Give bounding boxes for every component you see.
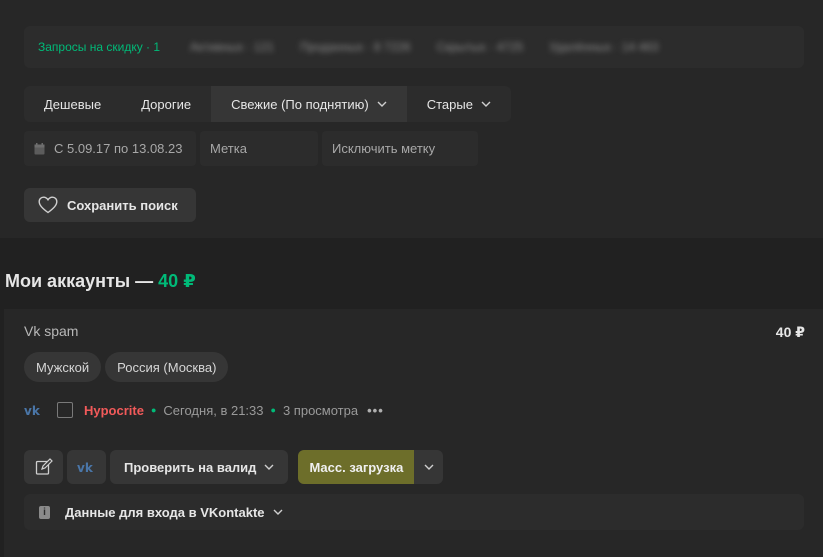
vk-open-button[interactable]: vk [67, 450, 106, 484]
login-data-toggle[interactable]: i Данные для входа в VKontakte [24, 494, 804, 530]
stats-bar: Запросы на скидку · 1 Активных · 121 Про… [24, 26, 804, 68]
views-count: 3 просмотра [282, 402, 359, 418]
date-range-field[interactable]: С 5.09.17 по 13.08.23 [24, 131, 196, 166]
more-options-icon[interactable]: ••• [367, 403, 384, 418]
sort-tabs: Дешевые Дорогие Свежие (По поднятию) Ста… [24, 86, 511, 122]
chevron-down-icon [424, 464, 434, 470]
mass-upload-button[interactable]: Масс. загрузка [298, 450, 415, 484]
tag-field[interactable]: Метка [200, 131, 318, 166]
sort-tab-expensive-label: Дорогие [141, 96, 192, 112]
chevron-down-icon [264, 464, 274, 470]
discount-requests-link[interactable]: Запросы на скидку · 1 [38, 40, 160, 54]
exclude-tag-placeholder: Исключить метку [332, 141, 436, 156]
stat-hidden[interactable]: Скрытых · 4725 [437, 40, 524, 54]
heart-icon [38, 196, 58, 214]
sort-tab-cheap-label: Дешевые [44, 96, 102, 112]
seller-link[interactable]: Hypocrite [84, 403, 144, 418]
filters-row: С 5.09.17 по 13.08.23 Метка Исключить ме… [24, 131, 478, 166]
vk-icon: vk [24, 404, 43, 416]
chevron-down-icon [273, 509, 283, 515]
tag-field-placeholder: Метка [210, 141, 247, 156]
svg-text:vk: vk [77, 461, 94, 473]
check-validity-button[interactable]: Проверить на валид [110, 450, 289, 484]
sort-tab-old[interactable]: Старые [407, 86, 511, 122]
blurred-stats: Активных · 121 Проданных · 8 7226 Скрыты… [190, 40, 659, 54]
calendar-icon [34, 142, 45, 155]
tag-country: Россия (Москва) [105, 352, 229, 382]
info-icon: i [39, 505, 50, 519]
stat-sold[interactable]: Проданных · 8 7226 [300, 40, 411, 54]
check-validity-label: Проверить на валид [124, 459, 257, 475]
stat-active[interactable]: Активных · 121 [190, 40, 274, 54]
chevron-down-icon [377, 101, 387, 107]
filters-panel: Запросы на скидку · 1 Активных · 121 Про… [0, 0, 823, 238]
stat-deleted[interactable]: Удалённых · 14 463 [549, 40, 658, 54]
date-range-value: С 5.09.17 по 13.08.23 [54, 141, 183, 156]
sort-tab-fresh[interactable]: Свежие (По поднятию) [211, 86, 407, 122]
account-meta: vk Hypocrite ● Сегодня, в 21:33 ● 3 прос… [24, 400, 384, 420]
account-title[interactable]: Vk spam [24, 323, 78, 339]
account-actions: vk Проверить на валид Масс. загрузка [24, 450, 444, 484]
chevron-down-icon [481, 101, 491, 107]
account-select-checkbox[interactable] [57, 402, 73, 418]
vk-icon: vk [77, 461, 97, 473]
login-data-label: Данные для входа в VKontakte [65, 504, 265, 520]
account-tags: Мужской Россия (Москва) [24, 352, 229, 382]
exclude-tag-field[interactable]: Исключить метку [322, 131, 478, 166]
svg-text:vk: vk [24, 404, 41, 416]
edit-icon [35, 458, 53, 476]
section-total-amount: 40 ₽ [158, 271, 196, 291]
separator-dot: ● [150, 405, 157, 415]
account-card: Vk spam 40 ₽ Мужской Россия (Москва) vk … [4, 309, 823, 557]
mass-upload-group: Масс. загрузка [298, 450, 444, 484]
mass-upload-dropdown[interactable] [414, 450, 444, 484]
separator-dot: ● [270, 405, 276, 415]
sort-tab-old-label: Старые [426, 96, 473, 112]
published-time: Сегодня, в 21:33 [163, 402, 264, 418]
save-search-button[interactable]: Сохранить поиск [24, 188, 196, 222]
section-title: Мои аккаунты — 40 ₽ [5, 271, 196, 292]
sort-tab-fresh-label: Свежие (По поднятию) [231, 96, 369, 112]
section-title-text: Мои аккаунты — [5, 271, 159, 291]
save-search-label: Сохранить поиск [67, 197, 178, 213]
sort-tab-cheap[interactable]: Дешевые [24, 86, 121, 122]
sort-tab-expensive[interactable]: Дорогие [121, 86, 211, 122]
account-price: 40 ₽ [775, 324, 805, 340]
edit-button[interactable] [24, 450, 63, 484]
tag-gender: Мужской [24, 352, 102, 382]
mass-upload-label: Масс. загрузка [309, 459, 404, 475]
